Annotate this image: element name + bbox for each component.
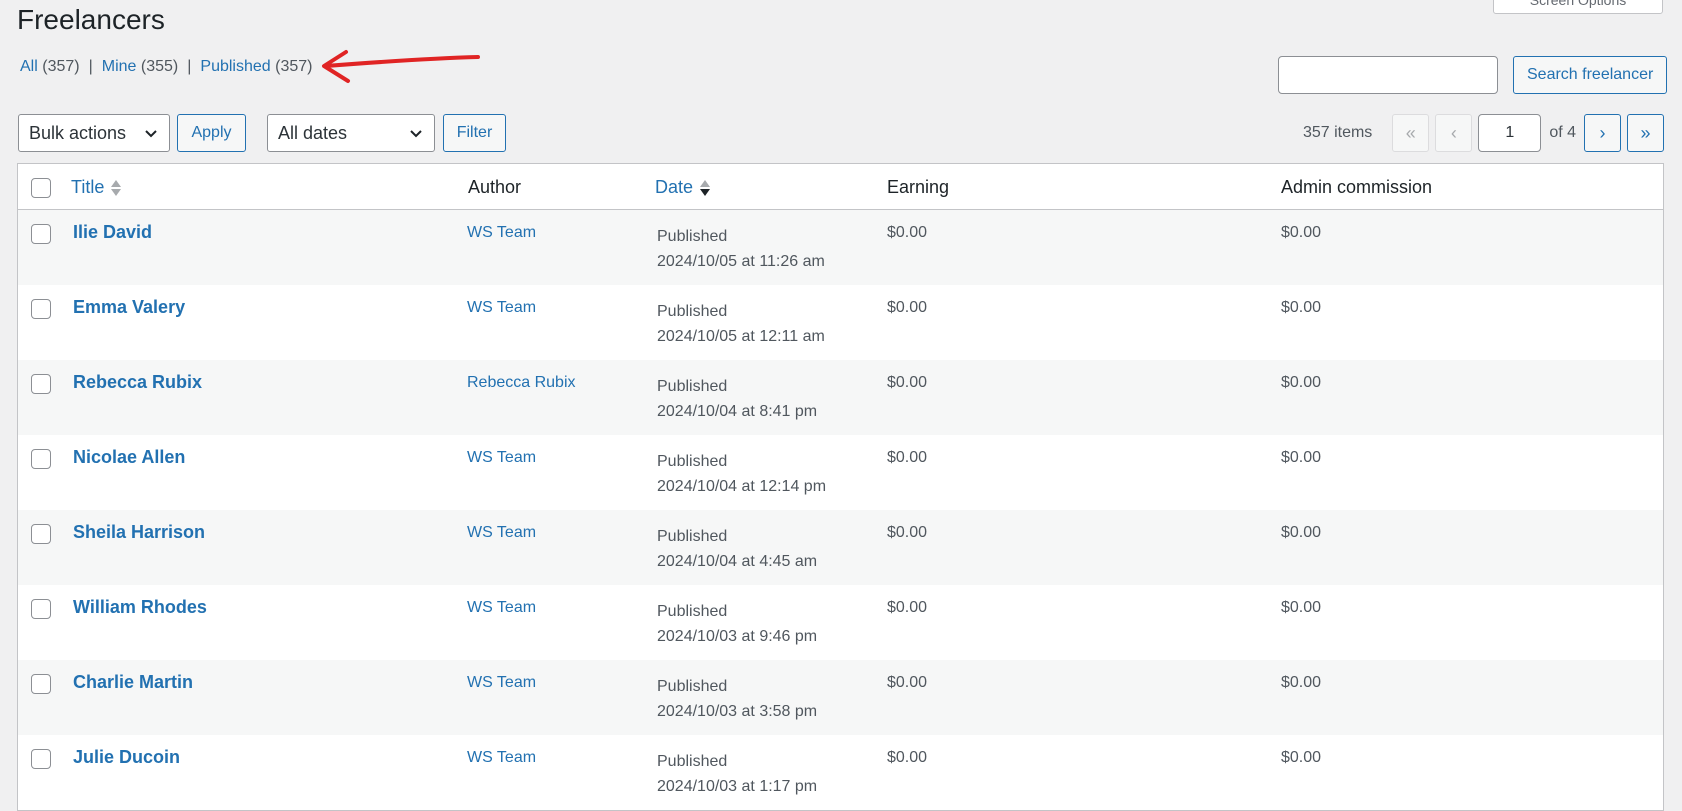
row-checkbox[interactable] — [31, 449, 51, 469]
table-row: Emma Valery WS Team Published 2024/10/05 … — [18, 285, 1663, 360]
row-earning: $0.00 — [887, 524, 928, 541]
table-row: Rebecca Rubix Rebecca Rubix Published 202… — [18, 360, 1663, 435]
screen-options-label: Screen Options — [1529, 0, 1627, 8]
search-input[interactable] — [1278, 56, 1498, 94]
row-commission: $0.00 — [1281, 374, 1322, 391]
row-commission: $0.00 — [1281, 224, 1322, 241]
freelancers-table: Title Author Date Earning Admin commissi… — [17, 163, 1664, 811]
filter-button[interactable]: Filter — [443, 114, 506, 152]
row-earning: $0.00 — [887, 749, 928, 766]
chevron-down-icon — [410, 130, 422, 138]
row-checkbox[interactable] — [31, 374, 51, 394]
row-checkbox[interactable] — [31, 224, 51, 244]
view-filters: All (357) | Mine (355) | Published (357) — [20, 58, 313, 76]
sort-arrows-icon — [111, 179, 122, 196]
table-row: Julie Ducoin WS Team Published 2024/10/03… — [18, 735, 1663, 810]
search-box: Search freelancer — [1278, 56, 1668, 94]
next-page-button[interactable]: › — [1584, 114, 1621, 152]
prev-page-button: ‹ — [1435, 114, 1473, 152]
row-author-link[interactable]: WS Team — [467, 599, 536, 617]
row-author-link[interactable]: WS Team — [467, 449, 536, 467]
row-earning: $0.00 — [887, 374, 928, 391]
row-title-link[interactable]: Nicolae Allen — [73, 447, 185, 468]
sort-desc-icon — [700, 179, 711, 196]
row-date: Published 2024/10/03 at 1:17 pm — [657, 753, 818, 795]
red-arrow-annotation — [322, 50, 480, 83]
search-freelancer-button[interactable]: Search freelancer — [1513, 56, 1668, 94]
view-published-link[interactable]: Published (357) — [200, 58, 312, 76]
row-date: Published 2024/10/04 at 8:41 pm — [657, 378, 818, 420]
current-page-input[interactable] — [1478, 114, 1542, 152]
row-commission: $0.00 — [1281, 674, 1322, 691]
page-title: Freelancers — [17, 4, 165, 35]
column-date[interactable]: Date — [655, 177, 711, 198]
row-earning: $0.00 — [887, 599, 928, 616]
pagination: 357 items « ‹ of 4 › » — [1303, 114, 1664, 152]
table-row: William Rhodes WS Team Published 2024/10/… — [18, 585, 1663, 660]
row-earning: $0.00 — [887, 224, 928, 241]
apply-button[interactable]: Apply — [177, 114, 246, 152]
row-author-link[interactable]: WS Team — [467, 299, 536, 317]
row-checkbox[interactable] — [31, 299, 51, 319]
row-title-link[interactable]: Ilie David — [73, 222, 152, 243]
row-commission: $0.00 — [1281, 524, 1322, 541]
total-pages: of 4 — [1549, 124, 1576, 141]
row-checkbox[interactable] — [31, 674, 51, 694]
row-author-link[interactable]: WS Team — [467, 749, 536, 767]
chevron-down-icon — [145, 130, 157, 138]
row-title-link[interactable]: Charlie Martin — [73, 672, 193, 693]
select-all-checkbox[interactable] — [31, 178, 51, 198]
row-title-link[interactable]: Emma Valery — [73, 297, 185, 318]
screen-options-button[interactable]: Screen Options — [1493, 0, 1663, 14]
bulk-actions-select[interactable]: Bulk actions — [18, 114, 170, 152]
tablenav-top: Bulk actions Apply All dates Filter 357 … — [18, 114, 1664, 152]
separator: | — [88, 58, 93, 75]
row-earning: $0.00 — [887, 449, 928, 466]
row-checkbox[interactable] — [31, 524, 51, 544]
last-page-button[interactable]: » — [1627, 114, 1664, 152]
row-earning: $0.00 — [887, 674, 928, 691]
row-title-link[interactable]: Rebecca Rubix — [73, 372, 202, 393]
row-title-link[interactable]: Sheila Harrison — [73, 522, 205, 543]
row-author-link[interactable]: WS Team — [467, 224, 536, 242]
row-date: Published 2024/10/05 at 12:11 am — [657, 303, 825, 345]
row-date: Published 2024/10/04 at 4:45 am — [657, 528, 818, 570]
table-row: Ilie David WS Team Published 2024/10/05 a… — [18, 210, 1663, 285]
table-row: Nicolae Allen WS Team Published 2024/10/0… — [18, 435, 1663, 510]
first-page-button: « — [1392, 114, 1430, 152]
row-date: Published 2024/10/05 at 11:26 am — [657, 228, 825, 270]
view-all-link[interactable]: All (357) — [20, 58, 80, 76]
items-count: 357 items — [1302, 124, 1373, 141]
row-earning: $0.00 — [887, 299, 928, 316]
column-author: Author — [468, 177, 522, 197]
row-author-link[interactable]: WS Team — [467, 674, 536, 692]
table-row: Charlie Martin WS Team Published 2024/10/… — [18, 660, 1663, 735]
separator: | — [187, 58, 192, 75]
row-commission: $0.00 — [1281, 749, 1322, 766]
table-row: Sheila Harrison WS Team Published 2024/10… — [18, 510, 1663, 585]
row-checkbox[interactable] — [31, 599, 51, 619]
column-admin-commission: Admin commission — [1281, 177, 1433, 197]
dates-select[interactable]: All dates — [267, 114, 435, 152]
column-title[interactable]: Title — [71, 177, 122, 198]
view-mine-link[interactable]: Mine (355) — [102, 58, 179, 76]
row-author-link[interactable]: Rebecca Rubix — [467, 374, 576, 392]
row-author-link[interactable]: WS Team — [467, 524, 536, 542]
table-header: Title Author Date Earning Admin commissi… — [18, 164, 1663, 210]
row-date: Published 2024/10/03 at 3:58 pm — [657, 678, 818, 720]
row-title-link[interactable]: Julie Ducoin — [73, 747, 180, 768]
row-commission: $0.00 — [1281, 299, 1322, 316]
row-title-link[interactable]: William Rhodes — [73, 597, 207, 618]
row-date: Published 2024/10/04 at 12:14 pm — [657, 453, 827, 495]
column-earning: Earning — [887, 177, 950, 197]
row-checkbox[interactable] — [31, 749, 51, 769]
row-commission: $0.00 — [1281, 599, 1322, 616]
row-date: Published 2024/10/03 at 9:46 pm — [657, 603, 818, 645]
row-commission: $0.00 — [1281, 449, 1322, 466]
